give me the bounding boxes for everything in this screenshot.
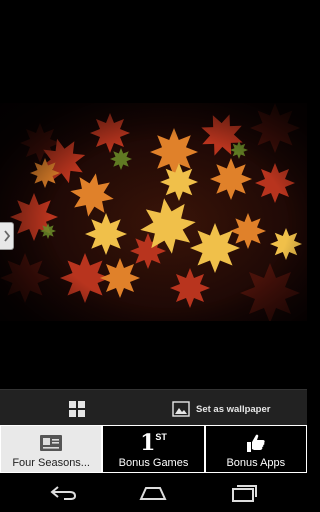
recents-icon <box>232 485 257 502</box>
thumbs-up-icon <box>245 430 267 456</box>
id-card-icon <box>39 430 63 456</box>
previous-image-button[interactable] <box>0 222 14 250</box>
bottom-tabs: Four Seasons... 1ST Bonus Games Bonus Ap… <box>0 425 307 473</box>
set-wallpaper-label: Set as wallpaper <box>196 403 271 415</box>
home-button[interactable] <box>133 482 173 504</box>
recents-button[interactable] <box>224 482 264 504</box>
back-button[interactable] <box>44 482 84 504</box>
tab-label: Bonus Apps <box>226 457 286 469</box>
chevron-right-icon <box>3 230 10 242</box>
tab-bonus-apps[interactable]: Bonus Apps <box>205 426 306 472</box>
image-icon <box>172 401 190 417</box>
tab-bonus-games[interactable]: 1ST Bonus Games <box>103 426 204 472</box>
grid-icon <box>69 401 85 417</box>
photo-artwork <box>0 103 307 321</box>
tab-label: Four Seasons... <box>12 457 90 469</box>
set-wallpaper-button[interactable]: Set as wallpaper <box>172 398 270 420</box>
image-viewer[interactable] <box>0 0 307 389</box>
home-icon <box>139 487 167 500</box>
tab-four-seasons[interactable]: Four Seasons... <box>1 426 102 472</box>
system-navigation-bar <box>0 473 307 512</box>
image-toolbar: Set as wallpaper <box>0 389 307 425</box>
tab-label: Bonus Games <box>118 457 189 469</box>
first-place-icon: 1ST <box>140 430 167 456</box>
back-icon <box>50 486 77 500</box>
autumn-leaves-photo[interactable] <box>0 103 307 321</box>
grid-view-button[interactable] <box>62 398 92 420</box>
